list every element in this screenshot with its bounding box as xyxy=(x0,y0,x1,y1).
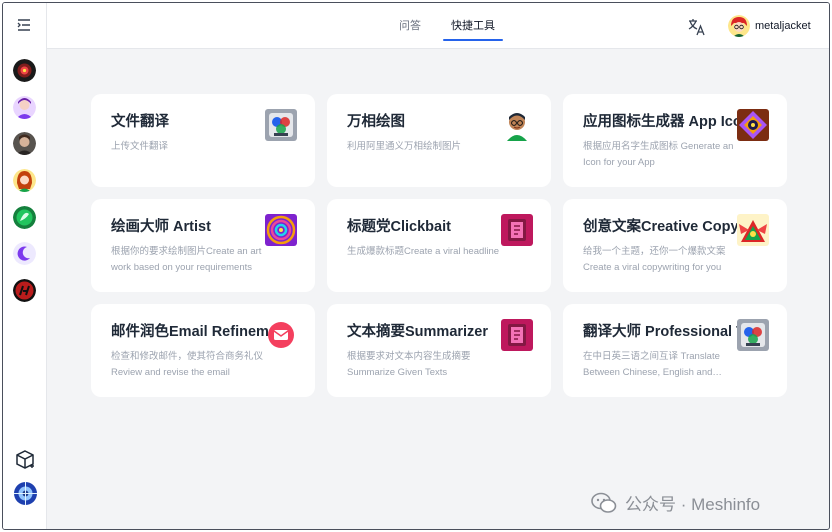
girl-avatar[interactable] xyxy=(13,169,36,192)
top-header: 问答 快捷工具 metaljacket xyxy=(47,3,829,49)
card-description: 给我一个主题，还你一个爆款文案Create a viral copywritin… xyxy=(583,246,726,273)
moon-avatar[interactable] xyxy=(13,242,36,265)
translate-icon[interactable] xyxy=(687,17,707,37)
wechat-icon xyxy=(591,492,617,514)
card-description: 在中日英三语之间互译 Translate Between Chinese, En… xyxy=(583,351,720,378)
tool-card-summarizer[interactable]: 文本摘要Summarizer 根据要求对文本内容生成摘要 Summarize G… xyxy=(327,304,551,397)
card-description: 根据你的要求绘制图片Create an art work based on yo… xyxy=(111,246,262,273)
clickbait-book-icon xyxy=(501,214,533,246)
woman-avatar[interactable] xyxy=(13,96,36,119)
tab-bar: 问答 快捷工具 xyxy=(395,3,521,49)
tool-card-email-refinement[interactable]: 邮件润色Email Refinement 检查和修改邮件，使其符合商务礼仪 Re… xyxy=(91,304,315,397)
sidebar xyxy=(3,3,47,529)
hu-avatar[interactable] xyxy=(13,279,36,302)
watermark: 公众号 · Meshinfo xyxy=(591,490,760,515)
card-description: 检查和修改邮件，使其符合商务礼仪 Review and revise the e… xyxy=(111,351,264,378)
artist-spiral-icon xyxy=(265,214,297,246)
tab-qa[interactable]: 问答 xyxy=(395,3,425,49)
user-name: metaljacket xyxy=(755,20,811,32)
tool-card-app-icon-generator[interactable]: 应用图标生成器 App Icon Generator 根据应用名字生成图标 Ge… xyxy=(563,94,787,187)
tool-card-wanxiang-drawing[interactable]: 万相绘图 利用阿里通义万相绘制图片 xyxy=(327,94,551,187)
watermark-text: 公众号 · Meshinfo xyxy=(625,495,761,514)
card-description: 根据要求对文本内容生成摘要 Summarize Given Texts xyxy=(347,351,471,378)
creative-bird-icon xyxy=(737,214,769,246)
tool-card-file-translate[interactable]: 文件翻译 上传文件翻译 xyxy=(91,94,315,187)
tool-card-creative-copywriting[interactable]: 创意文案Creative Copywriting 给我一个主题，还你一个爆款文案… xyxy=(563,199,787,292)
cartoon-boy-icon xyxy=(501,109,533,141)
portrait-avatar[interactable] xyxy=(13,132,36,155)
document-translate-icon xyxy=(265,109,297,141)
card-description: 利用阿里通义万相绘制图片 xyxy=(347,141,462,152)
card-description: 根据应用名字生成图标 Generate an Icon for your App xyxy=(583,141,734,168)
tool-card-clickbait[interactable]: 标题党Clickbait 生成爆款标题Create a viral headli… xyxy=(327,199,551,292)
user-avatar-icon[interactable] xyxy=(14,482,37,505)
leaf-avatar[interactable] xyxy=(13,206,36,229)
app-icon-generator-icon xyxy=(737,109,769,141)
email-icon xyxy=(265,319,297,351)
user-menu[interactable]: metaljacket xyxy=(728,15,811,37)
card-description: 生成爆款标题Create a viral headline xyxy=(347,246,500,257)
translator-icon xyxy=(737,319,769,351)
tool-card-artist[interactable]: 绘画大师 Artist 根据你的要求绘制图片Create an art work… xyxy=(91,199,315,292)
tab-quick-tools[interactable]: 快捷工具 xyxy=(443,3,503,49)
tool-card-professional-translator[interactable]: 翻译大师 Professional Translator 在中日英三语之间互译 … xyxy=(563,304,787,397)
user-avatar xyxy=(728,15,750,37)
summarizer-book-icon xyxy=(501,319,533,351)
menu-collapse-icon[interactable] xyxy=(16,17,32,33)
hal-eye-avatar[interactable] xyxy=(13,59,36,82)
package-icon[interactable] xyxy=(14,449,36,471)
app-window: 问答 快捷工具 metaljacket 文件翻译 上传文件翻译 万相绘图 利用阿… xyxy=(2,2,830,530)
card-description: 上传文件翻译 xyxy=(111,141,169,152)
tool-grid: 文件翻译 上传文件翻译 万相绘图 利用阿里通义万相绘制图片 应用图标生成器 Ap… xyxy=(91,94,787,397)
